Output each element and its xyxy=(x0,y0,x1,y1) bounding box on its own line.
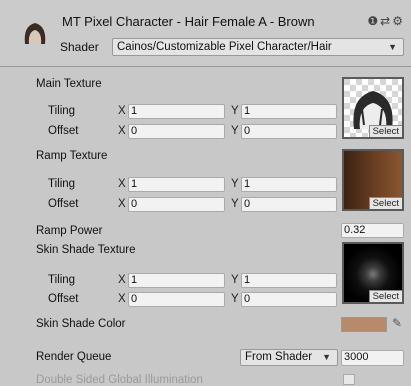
skin-shade-color-label: Skin Shade Color xyxy=(36,318,126,330)
ramp-tiling-label: Tiling xyxy=(48,178,76,190)
skin-tiling-y-field[interactable]: 1 xyxy=(241,273,337,288)
double-sided-gi-label: Double Sided Global Illumination xyxy=(36,374,203,386)
help-icon[interactable]: ❶ xyxy=(367,14,380,28)
skin-offset-y-label: Y xyxy=(231,293,239,305)
material-title: MT Pixel Character - Hair Female A - Bro… xyxy=(62,14,315,29)
shader-dropdown[interactable]: Cainos/Customizable Pixel Character/Hair… xyxy=(112,38,404,56)
render-queue-mode: From Shader xyxy=(245,351,313,363)
skin-shade-color-swatch[interactable] xyxy=(341,317,387,332)
main-tiling-x-label: X xyxy=(118,105,126,117)
ramp-tiling-y-label: Y xyxy=(231,178,239,190)
ramp-texture-select-button[interactable]: Select xyxy=(368,197,402,209)
skin-tiling-y-label: Y xyxy=(231,274,239,286)
double-sided-gi-checkbox[interactable] xyxy=(343,374,355,385)
main-texture-label: Main Texture xyxy=(36,78,102,90)
settings-sliders-icon[interactable]: ⇄ xyxy=(380,14,392,28)
header-icons: ❶⇄⚙ xyxy=(367,14,405,28)
ramp-offset-x-field[interactable]: 0 xyxy=(128,197,225,212)
material-icon xyxy=(24,23,46,44)
gear-icon[interactable]: ⚙ xyxy=(392,14,405,28)
skin-offset-y-field[interactable]: 0 xyxy=(241,292,337,307)
ramp-tiling-y-field[interactable]: 1 xyxy=(241,177,337,192)
main-texture-slot[interactable]: Select xyxy=(342,77,404,139)
main-offset-label: Offset xyxy=(48,125,79,137)
main-offset-x-label: X xyxy=(118,125,126,137)
ramp-offset-x-label: X xyxy=(118,198,126,210)
skin-shade-texture-select-button[interactable]: Select xyxy=(368,290,402,302)
render-queue-field[interactable]: 3000 xyxy=(341,350,404,366)
skin-shade-texture-label: Skin Shade Texture xyxy=(36,244,136,256)
ramp-power-label: Ramp Power xyxy=(36,225,103,237)
chevron-down-icon: ▼ xyxy=(388,42,397,52)
main-texture-select-button[interactable]: Select xyxy=(368,125,402,137)
eyedropper-icon[interactable]: ✎ xyxy=(392,316,402,330)
material-header: MT Pixel Character - Hair Female A - Bro… xyxy=(0,0,411,67)
chevron-down-icon: ▼ xyxy=(322,352,331,362)
main-tiling-y-field[interactable]: 1 xyxy=(241,104,337,119)
main-offset-y-field[interactable]: 0 xyxy=(241,124,337,139)
ramp-texture-slot[interactable]: Select xyxy=(342,149,404,211)
ramp-offset-y-field[interactable]: 0 xyxy=(241,197,337,212)
main-offset-x-field[interactable]: 0 xyxy=(128,124,225,139)
ramp-offset-y-label: Y xyxy=(231,198,239,210)
skin-shade-texture-slot[interactable]: Select xyxy=(342,242,404,304)
ramp-power-field[interactable]: 0.32 xyxy=(341,223,404,238)
main-tiling-x-field[interactable]: 1 xyxy=(128,104,225,119)
main-offset-y-label: Y xyxy=(231,125,239,137)
skin-offset-x-label: X xyxy=(118,293,126,305)
ramp-tiling-x-label: X xyxy=(118,178,126,190)
ramp-texture-label: Ramp Texture xyxy=(36,150,108,162)
main-tiling-y-label: Y xyxy=(231,105,239,117)
skin-tiling-label: Tiling xyxy=(48,274,76,286)
skin-offset-label: Offset xyxy=(48,293,79,305)
ramp-offset-label: Offset xyxy=(48,198,79,210)
shader-label: Shader xyxy=(60,40,99,54)
render-queue-label: Render Queue xyxy=(36,351,112,363)
skin-offset-x-field[interactable]: 0 xyxy=(128,292,225,307)
skin-tiling-x-field[interactable]: 1 xyxy=(128,273,225,288)
main-tiling-label: Tiling xyxy=(48,105,76,117)
ramp-tiling-x-field[interactable]: 1 xyxy=(128,177,225,192)
shader-value: Cainos/Customizable Pixel Character/Hair xyxy=(117,41,332,53)
render-queue-dropdown[interactable]: From Shader ▼ xyxy=(240,349,338,366)
skin-tiling-x-label: X xyxy=(118,274,126,286)
